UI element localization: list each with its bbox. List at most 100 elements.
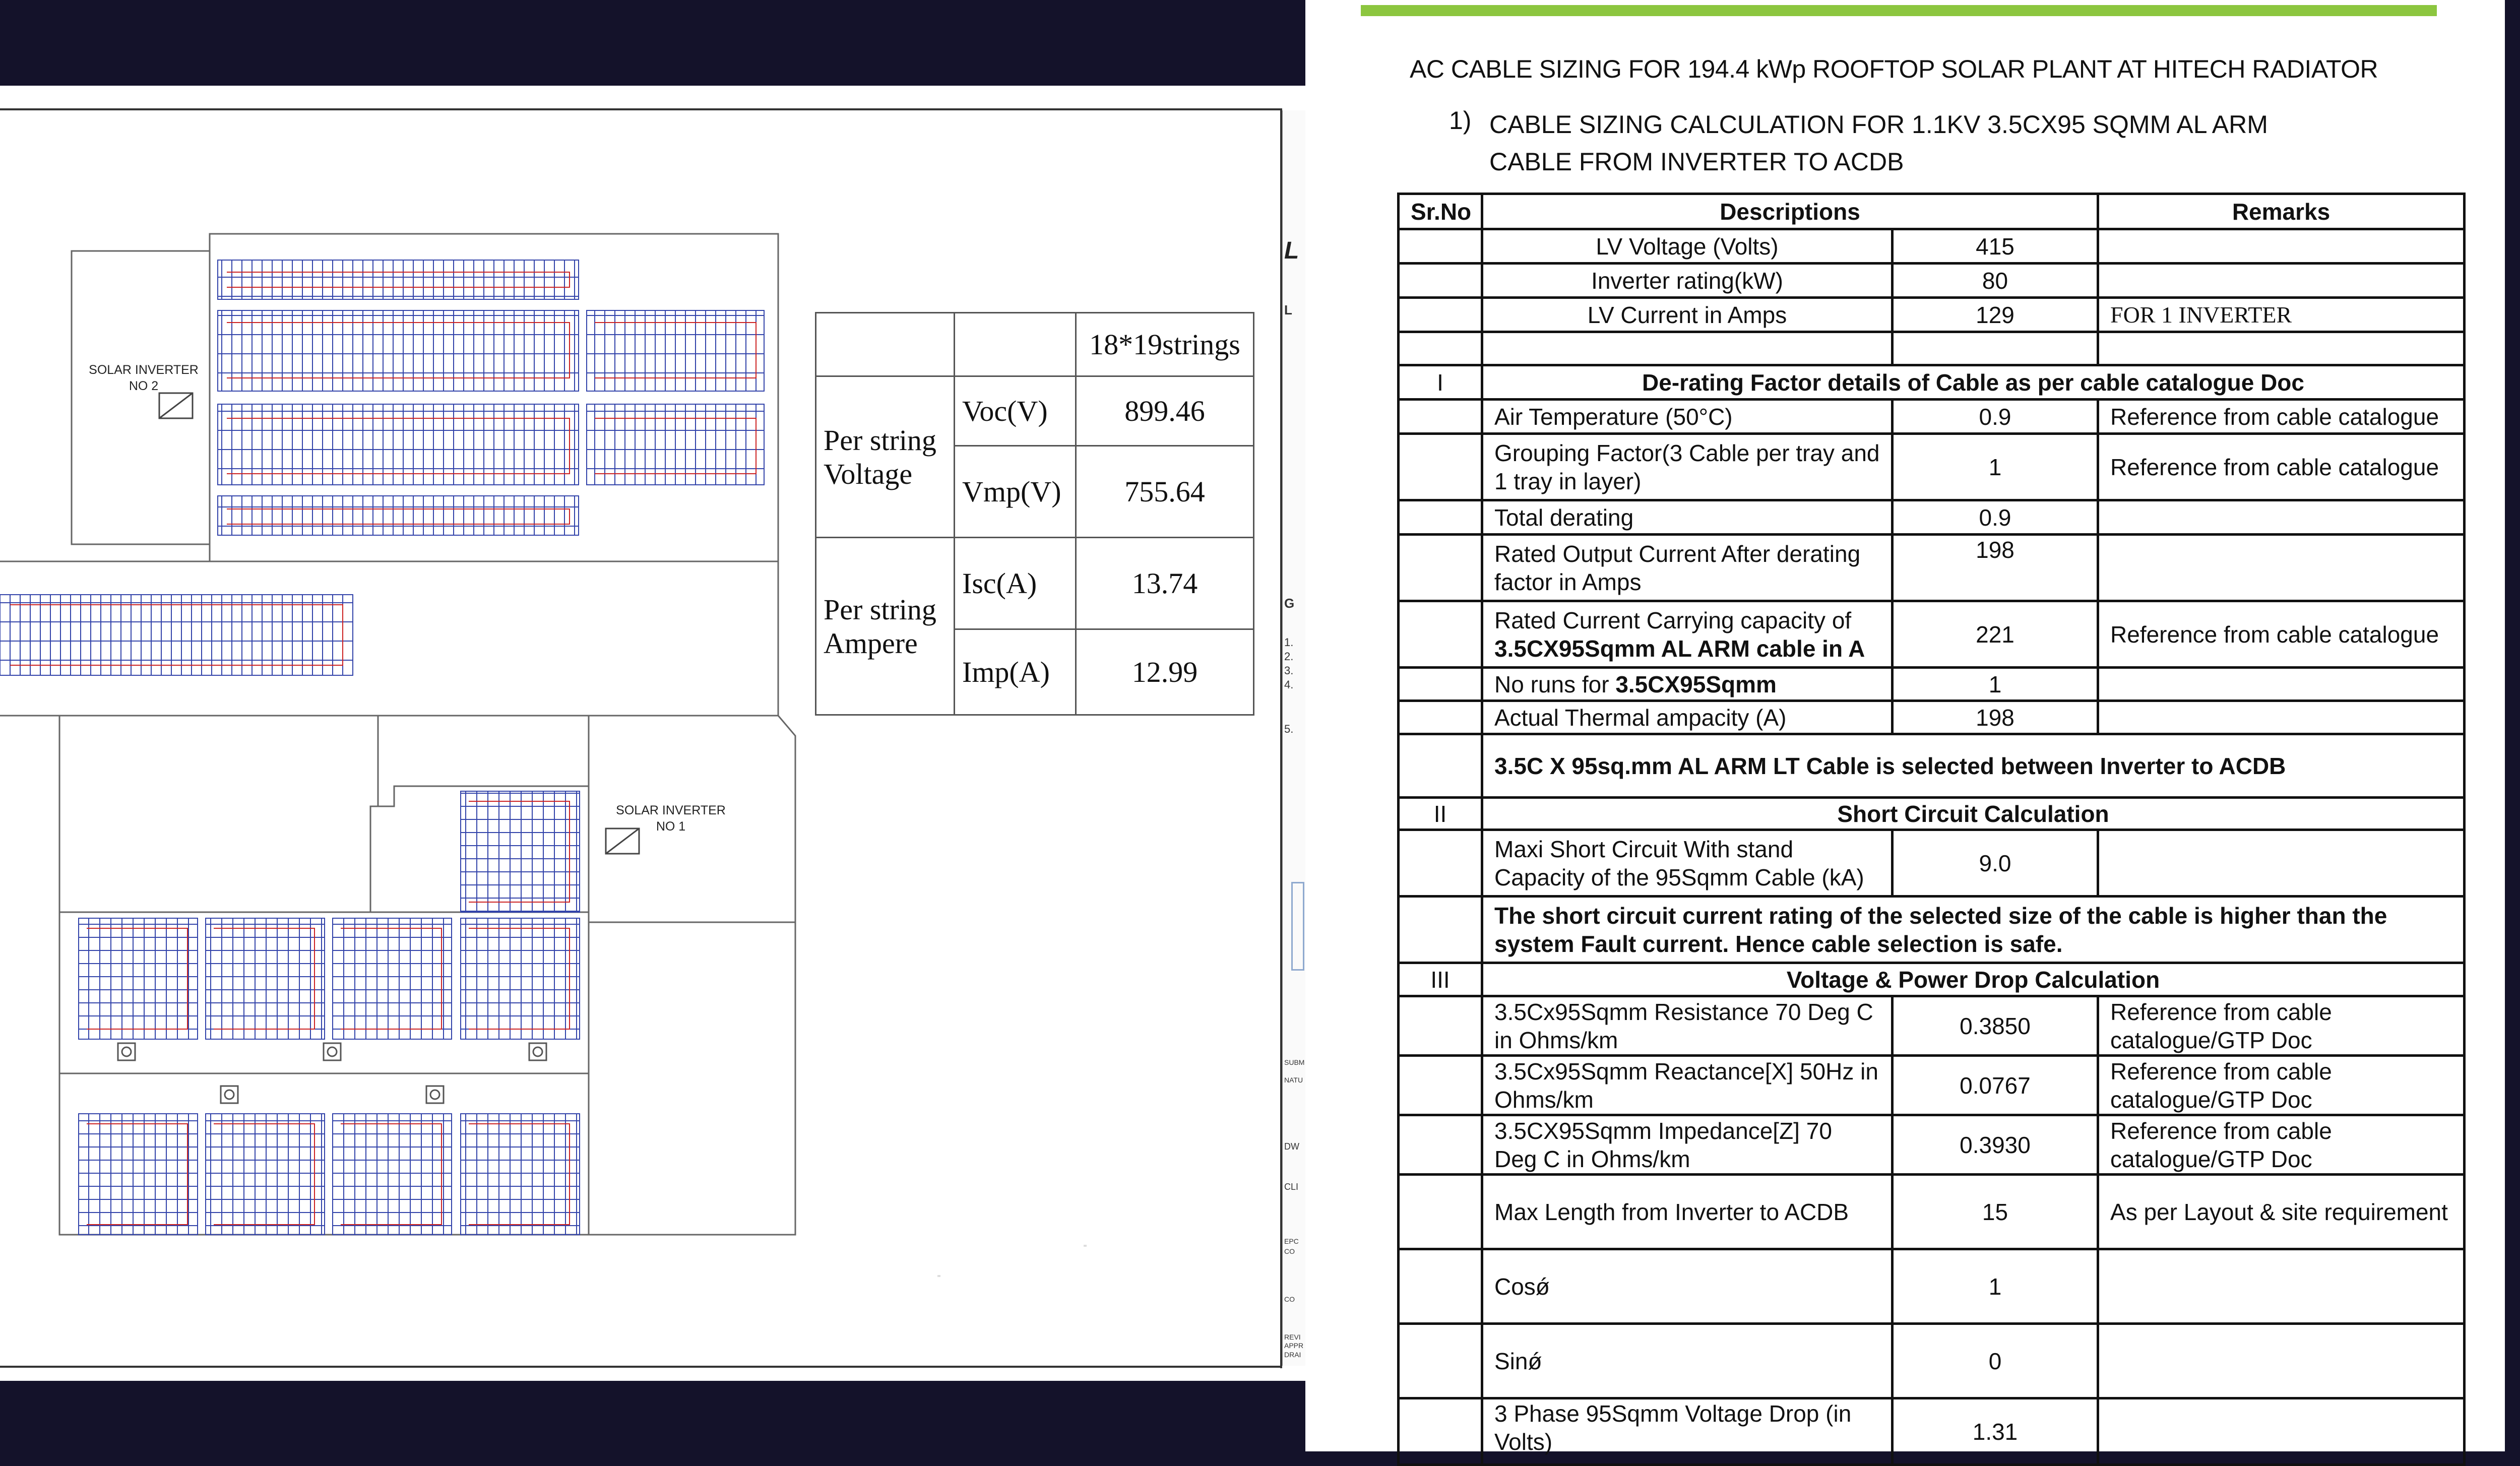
desc-rated-capacity: Rated Current Carrying capacity of 3.5CX… (1481, 600, 1894, 669)
cell-remark (2097, 699, 2466, 735)
remark-lv-current: FOR 1 INVERTER (2097, 296, 2466, 333)
cell-srno (1397, 432, 1483, 501)
value-cos-phi: 1 (1891, 1248, 2100, 1325)
value-voltage-drop: 1.31 (1891, 1397, 2100, 1466)
header-remarks: Remarks (2097, 193, 2466, 230)
desc-rated-capacity-line1: Rated Current Carrying capacity of (1494, 607, 1852, 633)
desc-rated-capacity-line2: 3.5CX95Sqmm AL ARM cable in A (1494, 635, 1865, 662)
value-rated-capacity: 221 (1891, 600, 2100, 669)
cell-remark (2097, 828, 2466, 898)
title-block-stamp (1291, 882, 1304, 971)
cell-blank (2097, 331, 2466, 366)
solar-inverter-2-label: SOLAR INVERTER NO 2 (89, 363, 199, 393)
param-value: 12.99 (1075, 628, 1254, 716)
title-block-note-5: 5. (1284, 723, 1294, 735)
value-reactance: 0.0767 (1891, 1054, 2100, 1116)
title-block-field: CO (1284, 1295, 1295, 1303)
value-inverter-rating: 80 (1891, 262, 2100, 299)
desc-rated-output: Rated Output Current After derating fact… (1481, 533, 1894, 602)
cell-srno (1397, 895, 1483, 964)
cell-blank (1481, 331, 1894, 366)
cell-srno (1397, 1397, 1483, 1466)
value-lv-current: 129 (1891, 296, 2100, 333)
title-block-field: CLI (1284, 1182, 1299, 1192)
title-block-sub: L (1284, 302, 1292, 317)
param-value: 13.74 (1075, 537, 1254, 630)
desc-reactance: 3.5Cx95Sqmm Reactance[X] 50Hz in Ohms/km (1481, 1054, 1894, 1116)
roof-layout-svg (0, 233, 1087, 1277)
header-srno: Sr.No (1397, 193, 1483, 230)
section-3-title: Voltage & Power Drop Calculation (1480, 962, 2466, 997)
value-thermal-ampacity: 198 (1891, 699, 2100, 735)
cable-sizing-document: AC CABLE SIZING FOR 194.4 kWp ROOFTOP SO… (1305, 0, 2505, 1466)
desc-lv-voltage: LV Voltage (Volts) (1481, 228, 1894, 265)
remark-rated-capacity: Reference from cable catalogue (2097, 600, 2466, 669)
solar-inverter-1-label: SOLAR INVERTER NO 1 (616, 803, 726, 834)
desc-cos-phi: Cosǿ (1481, 1248, 1894, 1325)
cell-remark (2097, 533, 2466, 602)
param-value: 755.64 (1075, 445, 1254, 538)
value-sin-phi: 0 (1891, 1322, 2100, 1399)
section-1-number: I (1397, 364, 1483, 401)
section-number: 1) (1449, 106, 1472, 135)
desc-grouping-factor: Grouping Factor(3 Cable per tray and 1 t… (1481, 432, 1894, 501)
header-descriptions: Descriptions (1480, 193, 2100, 230)
cell-blank (1891, 331, 2100, 366)
desc-no-runs-cable: 3.5CX95Sqmm (1615, 671, 1777, 697)
desc-inverter-rating: Inverter rating(kW) (1481, 262, 1894, 299)
cell-remark (2097, 1322, 2466, 1399)
title-block-field: CO (1284, 1247, 1295, 1255)
cell-remark (2097, 228, 2466, 265)
per-string-voltage-label: Per string Voltage (815, 375, 955, 538)
cell-srno (1397, 1322, 1483, 1399)
desc-voltage-drop: 3 Phase 95Sqmm Voltage Drop (in Volts) (1481, 1397, 1894, 1466)
remark-reactance: Reference from cable catalogue/GTP Doc (2097, 1054, 2466, 1116)
document-accent-bar (1361, 5, 2437, 16)
desc-total-derating: Total derating (1481, 499, 1894, 536)
title-block-note-3: 3. (1284, 664, 1294, 677)
param-name: Isc(A) (954, 537, 1077, 630)
cell-srno (1397, 1173, 1483, 1250)
cell-srno (1397, 262, 1483, 299)
title-block-field: NATU (1284, 1076, 1303, 1084)
desc-sin-phi: Sinǿ (1481, 1322, 1894, 1399)
param-name: Imp(A) (954, 628, 1077, 716)
layout-drawing-panel: L L G 1. 2. 3. 4. 5. SUBM NATU DW CLI EP… (0, 86, 1305, 1381)
cell-srno (1397, 1248, 1483, 1325)
section-1-title: De-rating Factor details of Cable as per… (1480, 364, 2466, 401)
document-title: AC CABLE SIZING FOR 194.4 kWp ROOFTOP SO… (1410, 55, 2378, 83)
param-name: Voc(V) (954, 375, 1077, 447)
desc-thermal-ampacity: Actual Thermal ampacity (A) (1481, 699, 1894, 735)
value-impedance: 0.3930 (1891, 1114, 2100, 1176)
title-block-note-1: 1. (1284, 636, 1294, 649)
cell-srno (1397, 1054, 1483, 1116)
desc-no-runs-text: No runs for (1494, 671, 1616, 697)
strings-config-header: 18*19strings (1075, 312, 1254, 377)
cell-srno (1397, 666, 1483, 702)
cell-remark (2097, 666, 2466, 702)
param-value: 899.46 (1075, 375, 1254, 447)
remark-max-length: As per Layout & site requirement (2097, 1173, 2466, 1250)
param-name: Vmp(V) (954, 445, 1077, 538)
per-string-ampere-label: Per string Ampere (815, 537, 955, 716)
cell-remark (2097, 499, 2466, 536)
desc-no-runs: No runs for 3.5CX95Sqmm (1481, 666, 1894, 702)
desc-air-temperature: Air Temperature (50°C) (1481, 398, 1894, 435)
cable-calculation-table: Sr.No Descriptions Remarks LV Voltage (V… (1397, 193, 2466, 1466)
cell-srno (1397, 995, 1483, 1057)
title-block-field: EPC (1284, 1237, 1299, 1245)
desc-short-circuit: Maxi Short Circuit With stand Capacity o… (1481, 828, 1894, 898)
title-block-note-4: 4. (1284, 678, 1294, 691)
remark-impedance: Reference from cable catalogue/GTP Doc (2097, 1114, 2466, 1176)
cell-srno (1397, 828, 1483, 898)
value-resistance: 0.3850 (1891, 995, 2100, 1057)
title-block-field: REVI (1284, 1333, 1301, 1341)
desc-lv-current: LV Current in Amps (1481, 296, 1894, 333)
cell-remark (2097, 262, 2466, 299)
cell-blank (1397, 331, 1483, 366)
value-short-circuit: 9.0 (1891, 828, 2100, 898)
section-2-number: II (1397, 796, 1483, 831)
background-right-edge (2505, 0, 2520, 1451)
section-title: CABLE SIZING CALCULATION FOR 1.1KV 3.5CX… (1489, 110, 2268, 176)
remark-grouping-factor: Reference from cable catalogue (2097, 432, 2466, 501)
